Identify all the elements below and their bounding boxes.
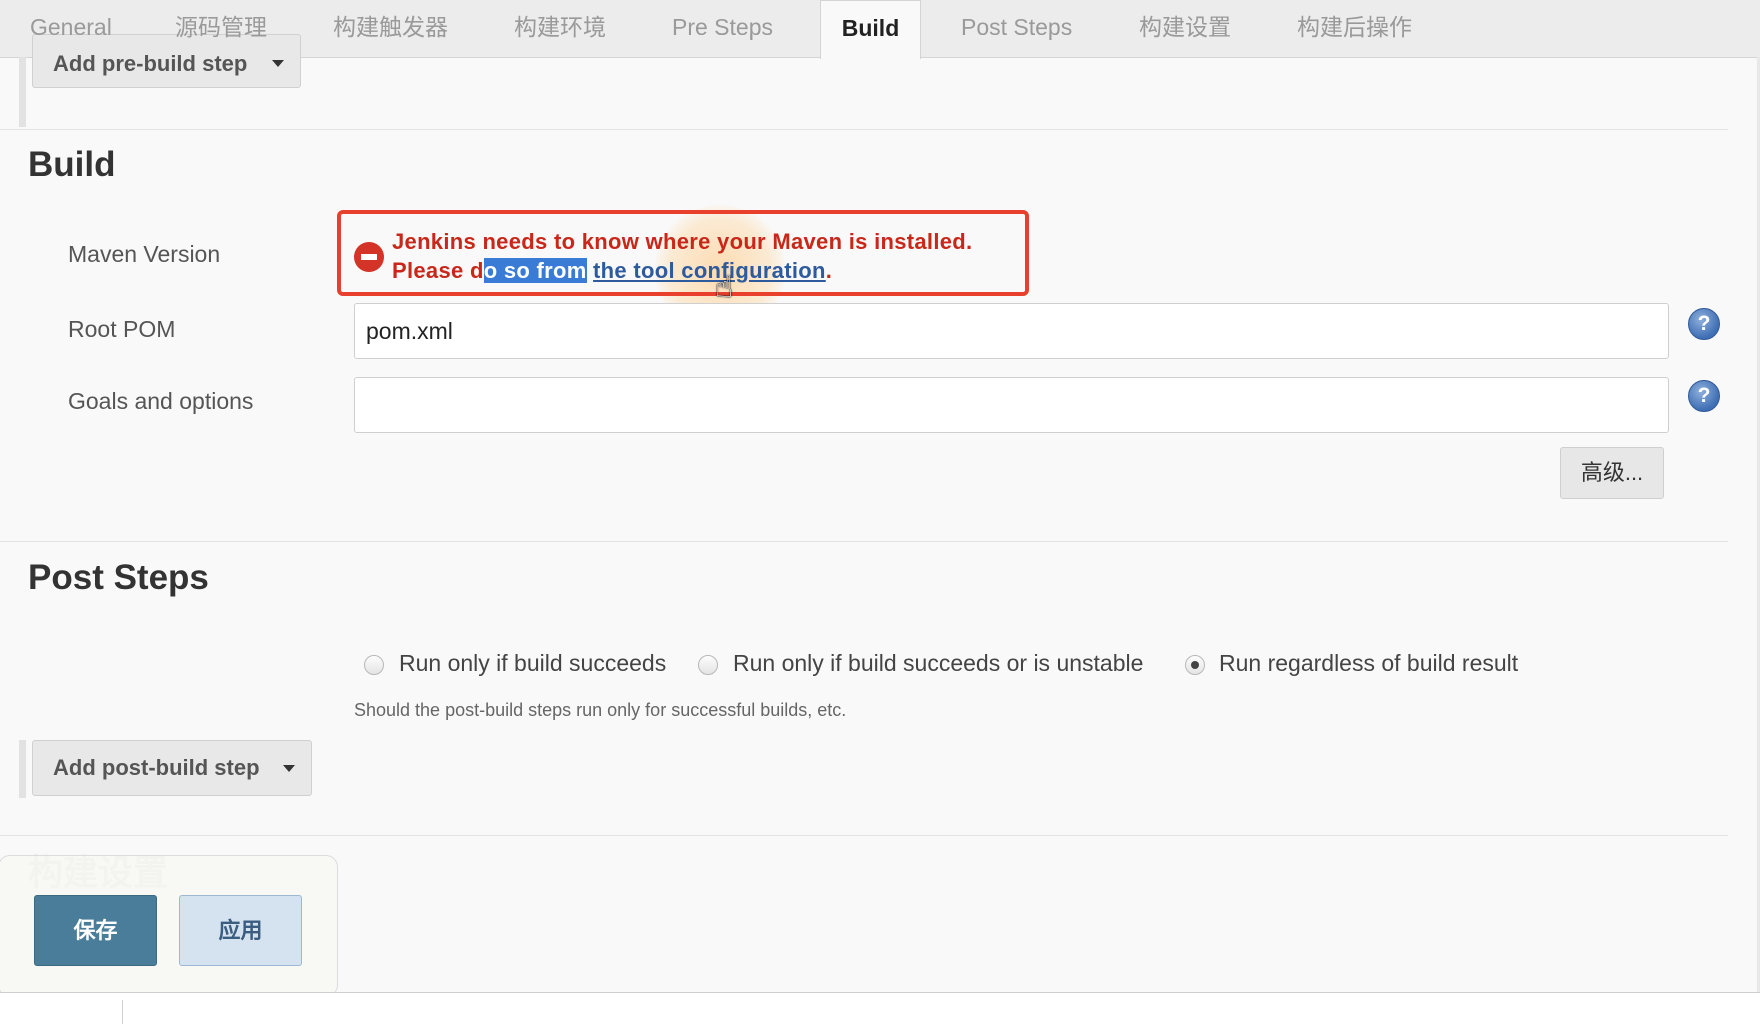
root-pom-label: Root POM [68,316,176,342]
tab-source-management-label[interactable]: 源码管理 [175,0,267,57]
pre-steps-bar [19,57,26,127]
apply-button[interactable]: 应用 [179,895,302,966]
footer-bar [0,992,1760,1024]
goals-options-input[interactable] [354,377,1669,433]
post-steps-section-title: Post Steps [28,558,209,597]
footer-separator [122,1000,123,1024]
goals-options-help-icon[interactable]: ? [1688,380,1720,412]
save-button[interactable]: 保存 [34,895,157,966]
radio-run-regardless[interactable] [1185,655,1205,675]
post-steps-hint: Should the post-build steps run only for… [354,700,847,720]
advanced-button[interactable]: 高级... [1560,447,1664,499]
tab-build-environment-label[interactable]: 构建环境 [514,0,606,57]
radio-run-if-succeeds-or-unstable-label[interactable]: Run only if build succeeds or is unstabl… [733,650,1143,677]
radio-run-if-succeeds[interactable] [364,655,384,675]
build-section-title: Build [28,145,116,184]
selected-text: o so from [483,258,587,283]
chevron-down-icon [283,765,295,772]
maven-version-label: Maven Version [68,241,221,267]
tab-post-steps-label[interactable]: Post Steps [961,0,1072,57]
tab-post-build-actions-label[interactable]: 构建后操作 [1297,0,1412,57]
section-divider [0,835,1728,836]
radio-run-regardless-label[interactable]: Run regardless of build result [1219,650,1518,677]
radio-run-if-succeeds-label[interactable]: Run only if build succeeds [399,650,666,677]
chevron-down-icon [272,60,284,67]
tool-configuration-link[interactable]: the tool configuration [593,258,826,283]
root-pom-help-icon[interactable]: ? [1688,308,1720,340]
post-steps-bar [19,740,26,798]
maven-error-line2: Please do so from the tool configuration… [392,258,832,284]
tab-labels: General 源码管理 构建触发器 构建环境 Pre Steps Build … [0,0,1760,59]
tab-pre-steps-label[interactable]: Pre Steps [672,0,773,57]
add-post-build-step-button[interactable]: Add post-build step [32,740,312,796]
error-icon [354,242,384,272]
section-divider [0,541,1728,542]
goals-options-label: Goals and options [68,388,254,414]
tab-general-label[interactable]: General [30,0,112,57]
maven-error-prefix: Please d [392,258,484,283]
tab-build-triggers-label[interactable]: 构建触发器 [333,0,448,57]
tab-build-settings-label[interactable]: 构建设置 [1139,0,1231,57]
section-divider [0,129,1728,130]
radio-run-if-succeeds-or-unstable[interactable] [698,655,718,675]
root-pom-input[interactable] [354,303,1669,359]
tab-build-label[interactable]: Build [820,0,921,59]
maven-error-suffix: . [825,258,833,283]
maven-error-line1: Jenkins needs to know where your Maven i… [392,229,973,254]
add-post-build-step-label: Add post-build step [53,755,260,780]
